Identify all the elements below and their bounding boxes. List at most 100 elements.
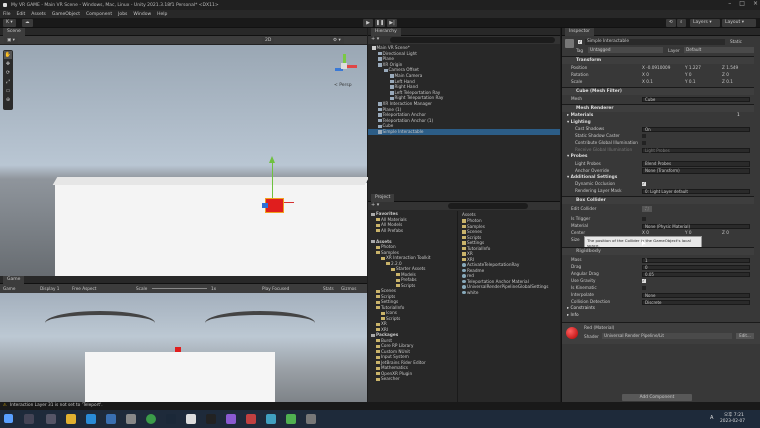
project-add-button[interactable]: + ▾ [371, 202, 379, 208]
visual-studio-icon[interactable] [226, 414, 236, 424]
materials-foldout[interactable]: ▸ Materials 1 [562, 113, 754, 119]
mesh-field[interactable]: Cube [642, 96, 750, 103]
shader-dropdown[interactable]: Universal Render Pipeline/Lit [602, 333, 732, 339]
project-search-input[interactable] [448, 203, 528, 209]
dynamic-occlusion-checkbox[interactable]: ✓ [642, 182, 646, 186]
language-indicator[interactable]: A [710, 415, 713, 421]
layers-dropdown[interactable]: Layers ▾ [690, 19, 720, 27]
materials-count[interactable]: 1 [737, 113, 740, 119]
game-view-dropdown[interactable]: Game [3, 284, 15, 293]
search-icon[interactable]: ⌕ [677, 19, 686, 27]
add-component-button[interactable]: Add Component [622, 394, 692, 401]
orientation-gizmo[interactable] [330, 53, 358, 81]
scene-gizmos[interactable]: ⚙ ▾ [330, 37, 344, 44]
rotate-tool-icon[interactable]: ⟳ [4, 69, 12, 77]
gizmos-button[interactable]: Gizmos [341, 284, 356, 293]
store-icon[interactable] [106, 414, 116, 424]
active-checkbox[interactable]: ✓ [578, 40, 582, 44]
hierarchy-search-input[interactable] [390, 37, 555, 43]
steam-icon[interactable] [166, 414, 176, 424]
light-probes-dropdown[interactable]: Blend Probes [642, 161, 750, 167]
is-kinematic-checkbox[interactable] [642, 286, 646, 290]
menu-edit[interactable]: Edit [17, 12, 26, 17]
receive-gi-dropdown[interactable]: Light Probes [642, 147, 750, 154]
tag-dropdown[interactable]: Untagged [588, 47, 663, 53]
maximize-icon[interactable]: □ [739, 0, 745, 7]
static-caster-checkbox[interactable] [642, 134, 646, 138]
scene-2d-toggle[interactable]: 2D [262, 37, 275, 44]
scene-draw-mode[interactable]: ▣ ▾ [4, 37, 18, 44]
position-x[interactable]: X -0.0910009 [642, 65, 670, 72]
scale-y[interactable]: Y 0.1 [685, 79, 696, 86]
windows-start-icon[interactable] [4, 414, 13, 423]
rotation-x[interactable]: X 0 [642, 72, 649, 79]
position-z[interactable]: Z 1.549 [722, 65, 738, 72]
file-explorer-icon[interactable] [66, 414, 76, 424]
layer-dropdown[interactable]: Default [684, 47, 754, 53]
cast-shadows-dropdown[interactable]: On [642, 126, 750, 133]
drag-field[interactable]: 0 [642, 264, 750, 271]
transform-header[interactable]: Transform [562, 56, 754, 64]
use-gravity-checkbox[interactable]: ✓ [642, 279, 646, 283]
menu-window[interactable]: Window [133, 12, 151, 17]
stats-button[interactable]: Stats [323, 284, 334, 293]
scene-viewport[interactable]: ✋ ✥ ⟳ ⤢ ▭ ⊕ < Persp [0, 45, 370, 276]
lighting-foldout[interactable]: ▾ Lighting [562, 120, 754, 126]
hand-tool-icon[interactable]: ✋ [4, 51, 12, 59]
rotation-z[interactable]: Z 0 [722, 72, 729, 79]
project-asset[interactable]: white [462, 290, 560, 296]
scale-z[interactable]: Z 0.1 [722, 79, 733, 86]
angular-drag-field[interactable]: 0.05 [642, 271, 750, 278]
project-folder[interactable]: Searcher [368, 376, 457, 382]
scale-x[interactable]: X 0.1 [642, 79, 653, 86]
layout-dropdown[interactable]: Layout ▾ [722, 19, 756, 27]
tab-scene[interactable]: Scene [3, 27, 25, 36]
tab-inspector[interactable]: Inspector [565, 27, 594, 36]
info-foldout[interactable]: ▸ Info [562, 313, 754, 319]
menu-jobs[interactable]: Jobs [118, 12, 127, 17]
collision-detection-dropdown[interactable]: Discrete [642, 299, 750, 306]
menu-assets[interactable]: Assets [31, 12, 46, 17]
edge-browser-icon[interactable] [86, 414, 96, 424]
unity-hub-icon[interactable] [126, 414, 136, 424]
minimize-icon[interactable]: – [728, 0, 731, 7]
scale-slider[interactable] [152, 288, 207, 289]
constraints-foldout[interactable]: ▸ Constraints [562, 306, 754, 312]
rendering-layer-dropdown[interactable]: 0: Light Layer default [642, 188, 750, 195]
clock-time[interactable]: 오후 7:21 [724, 412, 744, 418]
app-icon-c[interactable] [286, 414, 296, 424]
move-tool-icon[interactable]: ✥ [4, 60, 12, 68]
is-trigger-checkbox[interactable] [642, 217, 646, 221]
play-mode-dropdown[interactable]: Play Focused [262, 284, 289, 293]
center-z[interactable]: Z 0 [722, 230, 729, 237]
clock-date[interactable]: 2023-02-07 [720, 419, 745, 424]
menu-file[interactable]: File [3, 12, 11, 17]
rigidbody-header[interactable]: Rigidbody [562, 247, 754, 255]
app-icon-b[interactable] [266, 414, 276, 424]
edit-collider-button[interactable]: ⛶ [642, 206, 652, 212]
display-dropdown[interactable]: Display 1 [40, 284, 59, 293]
app-icon-a[interactable] [246, 414, 256, 424]
step-button[interactable]: ▶| [387, 19, 397, 27]
shader-edit-button[interactable]: Edit... [736, 333, 754, 339]
material-field[interactable]: None (Physic Material) [642, 223, 750, 230]
transform-tool-icon[interactable]: ⊕ [4, 96, 12, 104]
mass-field[interactable]: 1 [642, 257, 750, 264]
task-view-icon[interactable] [46, 414, 56, 424]
history-icon[interactable]: ⟲ [666, 19, 676, 27]
unity-editor-icon[interactable] [186, 414, 196, 424]
menu-help[interactable]: Help [157, 12, 167, 17]
status-message[interactable]: Interaction Layer 31 is not set to 'Tele… [10, 402, 103, 410]
pause-button[interactable]: ❚❚ [375, 19, 385, 27]
account-button[interactable]: K ▾ [3, 19, 16, 27]
aspect-dropdown[interactable]: Free Aspect [72, 284, 96, 293]
oculus-icon[interactable] [206, 414, 216, 424]
box-collider-header[interactable]: Box Collider [562, 196, 754, 204]
game-viewport[interactable] [0, 293, 367, 402]
search-taskbar-icon[interactable] [24, 414, 34, 424]
mesh-renderer-header[interactable]: Mesh Renderer [562, 104, 754, 112]
hierarchy-item[interactable]: Simple Interactable [368, 128, 560, 135]
cloud-icon[interactable]: ☁ [22, 19, 33, 27]
position-y[interactable]: Y 1.227 [685, 65, 701, 72]
static-toggle[interactable]: Static [730, 39, 742, 44]
